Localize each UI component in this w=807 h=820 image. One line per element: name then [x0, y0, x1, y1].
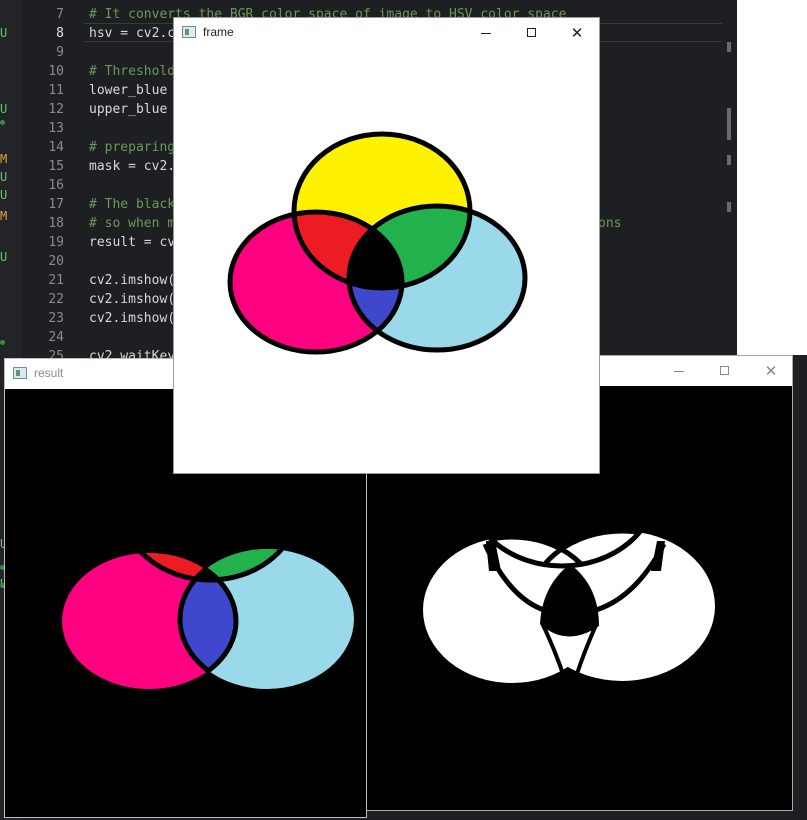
code-line[interactable]: # preparing: [89, 138, 175, 157]
code-line[interactable]: result = cv: [89, 233, 175, 252]
code-line[interactable]: # The black: [89, 195, 175, 214]
app-icon: [13, 367, 27, 379]
line-number: 11: [48, 83, 64, 98]
line-number: 16: [48, 178, 64, 193]
line-number: 18: [48, 216, 64, 231]
line-number: 17: [48, 197, 64, 212]
line-number: 14: [48, 140, 64, 155]
line-number: 12: [48, 102, 64, 117]
maximize-button[interactable]: [702, 356, 748, 386]
code-line[interactable]: cv2.imshow(: [89, 309, 175, 328]
code-line[interactable]: lower_blue: [89, 81, 175, 100]
minimize-button[interactable]: [463, 18, 509, 48]
close-button[interactable]: ✕: [554, 18, 600, 48]
background-window-edge: [737, 0, 807, 355]
change-dot: [0, 120, 5, 125]
code-line[interactable]: # Threshold: [89, 62, 175, 81]
code-line[interactable]: mask = cv2.: [89, 157, 175, 176]
scrollbar-mark: [727, 202, 731, 212]
git-status-marker: U: [0, 102, 8, 116]
window-title: frame: [203, 25, 234, 39]
maximize-button[interactable]: [509, 18, 555, 48]
code-line[interactable]: cv2.imshow(: [89, 290, 175, 309]
line-number: 21: [48, 273, 64, 288]
git-status-marker: U: [0, 26, 8, 40]
code-line-tail: ons: [598, 216, 622, 231]
git-status-marker: U: [0, 188, 8, 202]
close-icon: ✕: [570, 24, 584, 42]
window-title: result: [34, 366, 64, 380]
close-button[interactable]: ✕: [748, 356, 794, 386]
line-number: 10: [48, 64, 64, 79]
code-line[interactable]: upper_blue: [89, 100, 175, 119]
code-line[interactable]: # so when m: [89, 214, 175, 233]
app-icon: [182, 26, 196, 38]
line-number: 23: [48, 311, 64, 326]
git-status-marker: M: [0, 209, 8, 223]
scrollbar-mark: [727, 42, 731, 52]
git-status-marker: M: [0, 152, 8, 166]
line-number: 9: [56, 45, 64, 60]
frame-window[interactable]: frame ✕: [173, 17, 600, 474]
frame-image: [175, 48, 599, 473]
line-number: 8: [56, 26, 64, 41]
frame-titlebar[interactable]: frame ✕: [174, 18, 599, 48]
git-status-marker: U: [0, 250, 8, 264]
line-number: 19: [48, 235, 64, 250]
line-number: 20: [48, 254, 64, 269]
code-line[interactable]: hsv = cv2.c: [89, 24, 175, 43]
line-number: 13: [48, 121, 64, 136]
line-number: 7: [56, 7, 64, 22]
close-icon: ✕: [764, 362, 778, 380]
minimize-button[interactable]: [656, 356, 702, 386]
change-dot: [0, 340, 5, 345]
code-line[interactable]: cv2.imshow(: [89, 271, 175, 290]
scrollbar-mark: [727, 155, 731, 165]
line-number: 15: [48, 159, 64, 174]
line-number: 22: [48, 292, 64, 307]
scrollbar-thumb[interactable]: [727, 108, 731, 140]
line-number: 24: [48, 330, 64, 345]
frame-venn-svg: [227, 131, 528, 355]
git-status-marker: U: [0, 170, 8, 184]
